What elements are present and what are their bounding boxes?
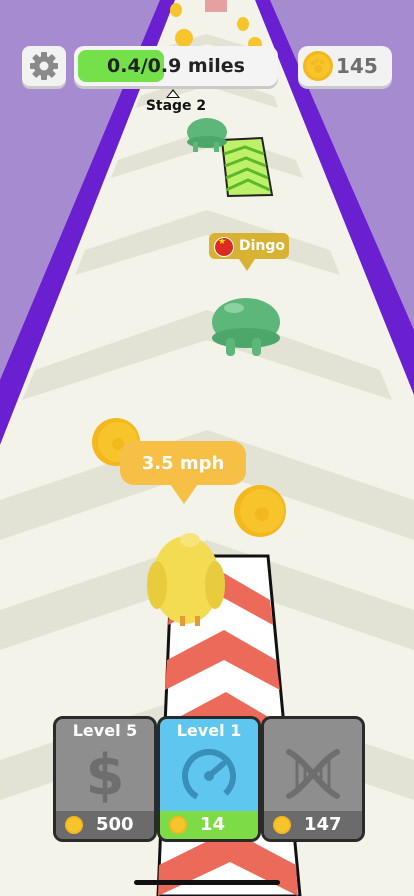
upgrade-cost: 14	[200, 814, 226, 835]
paw-coin-icon	[65, 816, 83, 834]
paw-coin-icon	[273, 816, 291, 834]
speedometer-icon	[182, 749, 236, 803]
upgrade-cost: 147	[304, 814, 342, 835]
china-flag-icon	[214, 237, 234, 257]
upgrade-level-label: Level 1	[176, 721, 242, 740]
upgrade-income-card[interactable]: Level 5 $ 500	[53, 716, 157, 842]
coin-counter: 145	[298, 46, 392, 86]
speed-bubble: 3.5 mph	[120, 441, 246, 504]
progress-text: 0.4/0.9 miles	[107, 55, 245, 77]
settings-button[interactable]	[22, 46, 66, 86]
gear-icon	[30, 52, 58, 80]
dollar-icon: $	[86, 744, 125, 804]
upgrade-speed-card[interactable]: Level 1 14	[157, 716, 261, 842]
rival-name-tag: Dingo	[209, 233, 289, 271]
coin-right	[234, 485, 286, 537]
upgrade-level-label: Level 5	[72, 721, 138, 740]
paw-coin-icon	[303, 51, 333, 81]
svg-text:$: $	[86, 744, 125, 804]
upgrade-evolution-card[interactable]: 147	[261, 716, 365, 842]
dna-icon	[286, 749, 340, 799]
coin-count: 145	[336, 54, 378, 78]
paw-coin-icon	[169, 816, 187, 834]
home-indicator[interactable]	[134, 880, 280, 885]
speed-text: 3.5 mph	[141, 452, 225, 474]
stage-label: Stage 2	[145, 98, 207, 114]
rival-name: Dingo	[239, 238, 286, 254]
distance-progress-bar: 0.4/0.9 miles	[74, 46, 278, 86]
upgrade-cost: 500	[96, 814, 134, 835]
